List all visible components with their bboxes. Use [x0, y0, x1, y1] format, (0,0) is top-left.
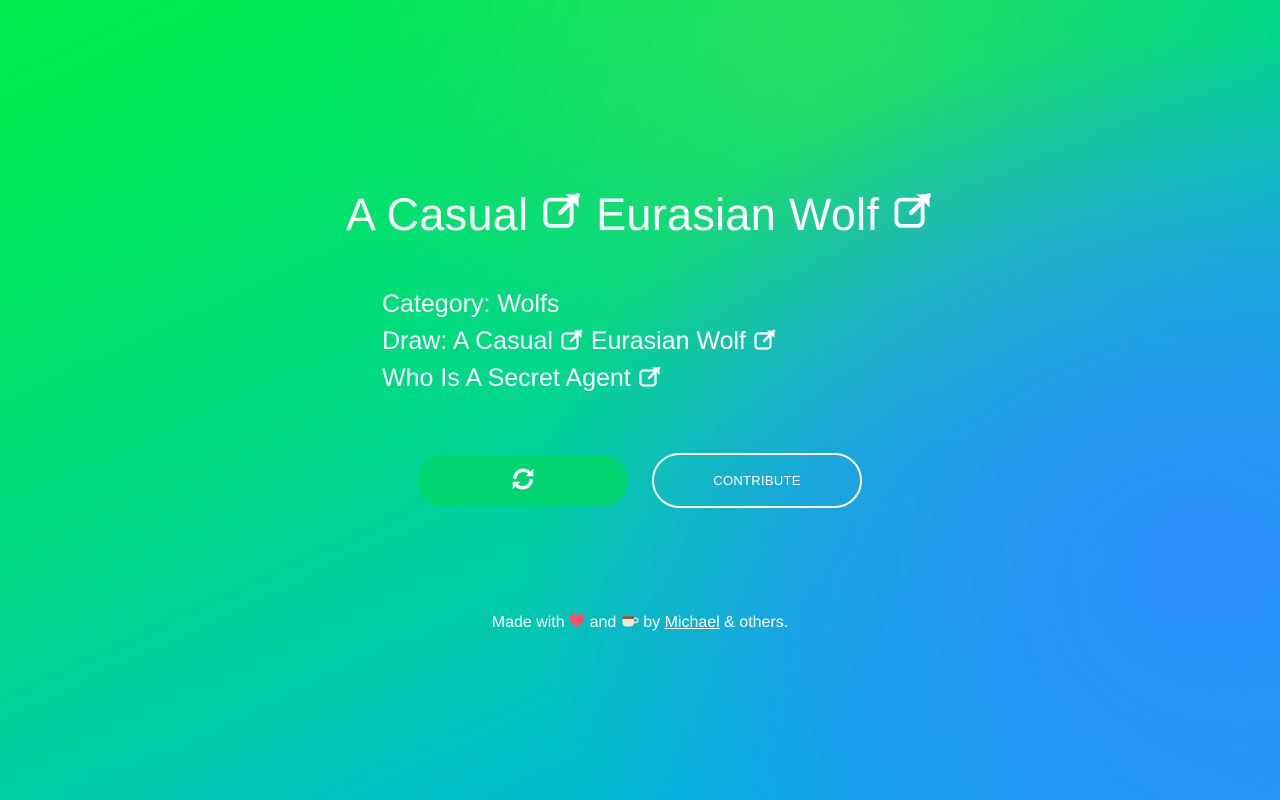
details-list: Category: Wolfs Draw: A Casual Eurasian …: [382, 286, 777, 397]
draw-label: Draw:: [382, 327, 448, 355]
page-title: A Casual Eurasian Wolf: [0, 188, 1280, 241]
refresh-icon: [510, 466, 536, 495]
title-link-animal[interactable]: Eurasian Wolf: [596, 189, 934, 240]
category-value: Wolfs: [497, 290, 560, 318]
who-link[interactable]: Who Is A Secret Agent: [382, 364, 662, 392]
who-text: Who Is A Secret Agent: [382, 364, 631, 392]
draw-link-adjective[interactable]: A Casual: [453, 327, 584, 355]
draw-row: Draw: A Casual Eurasian Wolf: [382, 323, 777, 360]
footer-by: by: [643, 614, 661, 632]
title-link-adjective[interactable]: A Casual: [346, 189, 583, 240]
category-label: Category:: [382, 290, 491, 318]
refresh-button[interactable]: [418, 455, 628, 506]
draw-link-animal[interactable]: Eurasian Wolf: [591, 327, 777, 355]
external-link-icon: [541, 188, 583, 241]
title-part2: Eurasian Wolf: [596, 189, 880, 240]
external-link-icon: [638, 360, 662, 397]
external-link-icon: [753, 323, 777, 360]
draw-part1: A Casual: [452, 327, 553, 355]
category-row: Category: Wolfs: [382, 286, 777, 323]
footer-made-with: Made with: [491, 614, 565, 632]
who-row: Who Is A Secret Agent: [382, 360, 777, 397]
coffee-icon: [621, 614, 639, 633]
external-link-icon: [560, 323, 584, 360]
contribute-button[interactable]: CONTRIBUTE: [652, 453, 862, 508]
footer: Made with and by Michael & others.: [0, 613, 1280, 633]
page: A Casual Eurasian Wolf Category: Wolfs D…: [0, 0, 1280, 800]
heart-icon: [569, 613, 585, 633]
external-link-icon: [892, 188, 934, 241]
footer-and: and: [589, 614, 617, 632]
title-part1: A Casual: [345, 189, 529, 240]
footer-others: & others.: [724, 614, 789, 632]
draw-part2: Eurasian Wolf: [590, 327, 747, 355]
author-link[interactable]: Michael: [665, 614, 720, 631]
